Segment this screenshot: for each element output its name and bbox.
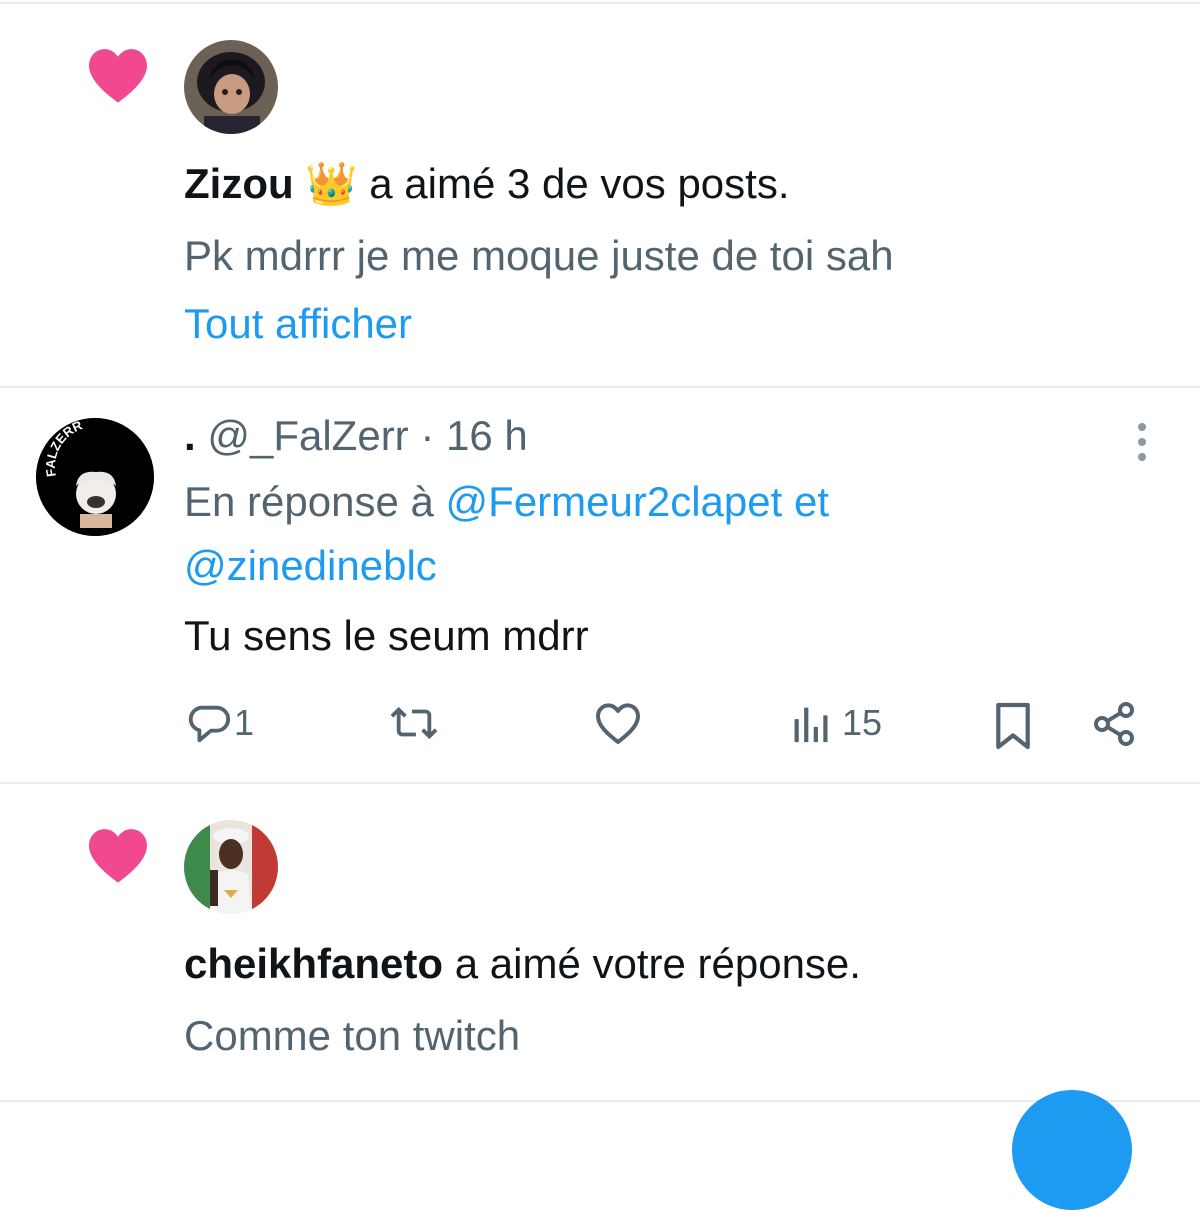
handle[interactable]: @_FalZerr (207, 412, 408, 459)
compose-button[interactable] (1012, 1090, 1132, 1210)
show-all-link[interactable]: Tout afficher (184, 300, 412, 348)
crown-badge: 👑 (305, 160, 358, 207)
reply-prefix: En réponse à (184, 478, 434, 525)
share-icon (1094, 702, 1134, 746)
heart-icon (89, 829, 147, 883)
mention-link[interactable]: @zinedineblc (184, 542, 437, 590)
heart-icon (89, 49, 147, 103)
notification-headline: Zizou 👑 a aimé 3 de vos posts. (184, 160, 790, 209)
divider (0, 1100, 1200, 1102)
timestamp[interactable]: 16 h (446, 412, 528, 459)
retweet-button[interactable] (386, 700, 442, 746)
action-text: a aimé 3 de vos posts. (369, 160, 790, 207)
mention-link[interactable]: @Fermeur2clapet (446, 478, 783, 525)
separator: · (420, 412, 435, 459)
views-count: 15 (842, 702, 883, 743)
avatar[interactable] (184, 40, 278, 134)
post-preview: Comme ton twitch (184, 1012, 521, 1059)
views-button[interactable]: 15 (790, 700, 882, 746)
reply-button[interactable]: 1 (186, 700, 254, 746)
user-name[interactable]: cheikhfaneto (184, 940, 443, 987)
views-icon (794, 707, 828, 743)
avatar[interactable]: FALZERR (36, 418, 154, 536)
divider (0, 386, 1200, 388)
more-icon[interactable] (1128, 420, 1156, 464)
reply-context: En réponse à @Fermeur2clapet et (184, 478, 829, 526)
bookmark-button[interactable] (992, 700, 1034, 752)
share-button[interactable] (1090, 700, 1138, 748)
divider (0, 2, 1200, 4)
post-preview: Pk mdrrr je me moque juste de toi sah (184, 232, 894, 279)
mention-joiner: et (793, 478, 829, 525)
reply-icon (188, 705, 230, 743)
action-text: a aimé votre réponse. (454, 940, 861, 987)
post-text: Tu sens le seum mdrr (184, 612, 589, 659)
notification-headline: cheikhfaneto a aimé votre réponse. (184, 940, 861, 988)
like-icon (596, 703, 640, 744)
like-button[interactable] (594, 700, 642, 746)
divider (0, 782, 1200, 784)
retweet-icon (390, 706, 438, 740)
reply-count: 1 (234, 702, 255, 743)
avatar[interactable] (184, 820, 278, 914)
post-meta: . @_FalZerr · 16 h (184, 412, 528, 460)
user-name[interactable]: Zizou (184, 160, 294, 207)
display-name[interactable]: . (184, 412, 196, 459)
bookmark-icon (996, 702, 1030, 750)
